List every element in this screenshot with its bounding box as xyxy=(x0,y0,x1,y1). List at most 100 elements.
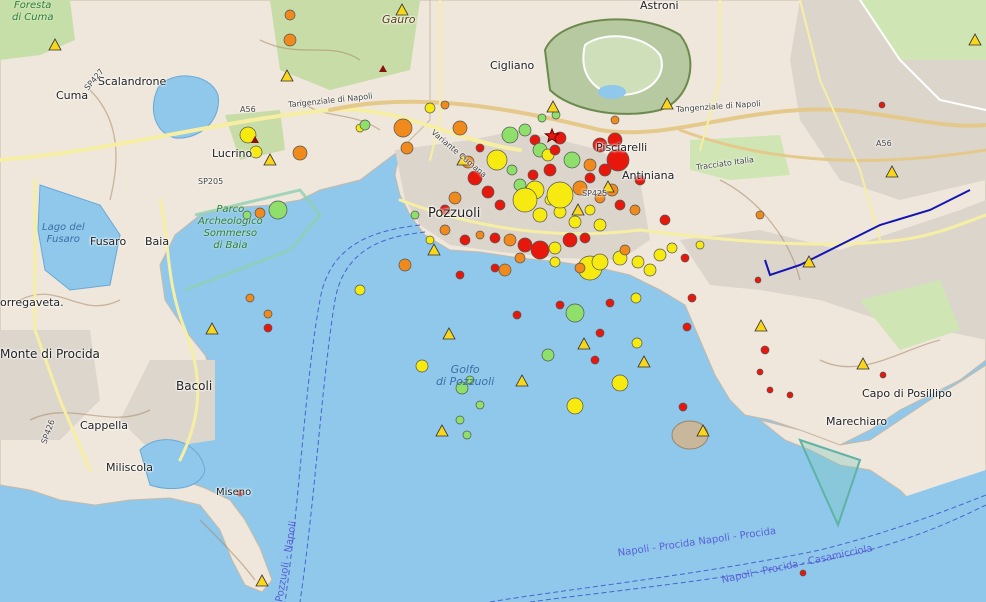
event-marker[interactable] xyxy=(475,143,485,153)
event-marker[interactable] xyxy=(631,255,645,269)
event-marker[interactable] xyxy=(514,252,526,264)
event-marker[interactable] xyxy=(518,123,532,137)
event-marker[interactable] xyxy=(475,230,485,240)
event-marker[interactable] xyxy=(754,276,762,284)
event-marker[interactable] xyxy=(512,310,522,320)
event-marker[interactable] xyxy=(530,240,550,260)
event-marker[interactable] xyxy=(590,355,600,365)
event-marker[interactable] xyxy=(566,397,584,415)
event-marker[interactable] xyxy=(541,348,555,362)
event-marker[interactable] xyxy=(574,262,586,274)
event-marker[interactable] xyxy=(678,402,688,412)
event-marker[interactable] xyxy=(292,145,308,161)
event-marker[interactable] xyxy=(565,303,585,323)
event-marker[interactable] xyxy=(682,322,692,332)
event-marker[interactable] xyxy=(268,200,288,220)
event-marker[interactable] xyxy=(455,270,465,280)
event-marker[interactable] xyxy=(543,163,557,177)
event-marker[interactable] xyxy=(448,191,462,205)
event-marker[interactable] xyxy=(481,185,495,199)
event-marker[interactable] xyxy=(629,204,641,216)
event-marker[interactable] xyxy=(489,232,501,244)
event-marker[interactable] xyxy=(283,33,297,47)
event-marker[interactable] xyxy=(462,430,472,440)
event-marker[interactable] xyxy=(512,187,538,213)
event-marker[interactable] xyxy=(527,169,539,181)
station-triangle-icon[interactable] xyxy=(660,97,674,110)
station-triangle-icon[interactable] xyxy=(577,337,591,350)
event-marker[interactable] xyxy=(506,164,518,176)
event-marker[interactable] xyxy=(563,151,581,169)
event-marker[interactable] xyxy=(548,241,562,255)
event-marker[interactable] xyxy=(614,199,626,211)
event-marker[interactable] xyxy=(659,214,671,226)
event-marker[interactable] xyxy=(245,293,255,303)
event-marker[interactable] xyxy=(398,258,412,272)
event-marker[interactable] xyxy=(593,218,607,232)
station-triangle-icon[interactable] xyxy=(435,424,449,437)
event-marker[interactable] xyxy=(517,237,533,253)
event-marker[interactable] xyxy=(400,141,414,155)
station-triangle-icon[interactable] xyxy=(263,153,277,166)
event-marker[interactable] xyxy=(879,371,887,379)
event-marker[interactable] xyxy=(766,386,774,394)
event-marker[interactable] xyxy=(546,181,574,209)
event-marker[interactable] xyxy=(532,207,548,223)
event-marker[interactable] xyxy=(452,120,468,136)
event-marker[interactable] xyxy=(687,293,697,303)
event-marker[interactable] xyxy=(653,248,667,262)
event-marker[interactable] xyxy=(263,309,273,319)
event-marker[interactable] xyxy=(619,244,631,256)
event-marker[interactable] xyxy=(605,298,615,308)
event-marker[interactable] xyxy=(799,569,807,577)
event-marker[interactable] xyxy=(494,199,506,211)
event-marker[interactable] xyxy=(630,292,642,304)
event-marker[interactable] xyxy=(393,118,413,138)
event-marker[interactable] xyxy=(440,100,450,110)
event-marker[interactable] xyxy=(475,400,485,410)
event-marker[interactable] xyxy=(537,113,547,123)
event-marker[interactable] xyxy=(666,242,678,254)
station-triangle-icon[interactable] xyxy=(546,100,560,113)
event-marker[interactable] xyxy=(354,284,366,296)
event-marker[interactable] xyxy=(562,232,578,248)
event-marker[interactable] xyxy=(583,158,597,172)
event-marker[interactable] xyxy=(568,215,582,229)
station-triangle-icon[interactable] xyxy=(571,203,585,216)
station-triangle-icon[interactable] xyxy=(885,165,899,178)
event-marker[interactable] xyxy=(595,328,605,338)
event-marker[interactable] xyxy=(631,337,643,349)
station-triangle-icon[interactable] xyxy=(427,243,441,256)
station-triangle-icon[interactable] xyxy=(754,319,768,332)
event-marker[interactable] xyxy=(598,163,612,177)
event-marker[interactable] xyxy=(490,263,500,273)
station-triangle-icon[interactable] xyxy=(205,322,219,335)
station-triangle-icon[interactable] xyxy=(802,255,816,268)
event-marker[interactable] xyxy=(755,210,765,220)
station-triangle-icon[interactable] xyxy=(442,327,456,340)
station-triangle-icon[interactable] xyxy=(515,374,529,387)
event-marker[interactable] xyxy=(459,234,471,246)
event-marker[interactable] xyxy=(455,415,465,425)
event-marker[interactable] xyxy=(555,300,565,310)
event-marker[interactable] xyxy=(680,253,690,263)
event-marker[interactable] xyxy=(410,210,420,220)
event-marker[interactable] xyxy=(760,345,770,355)
event-marker[interactable] xyxy=(611,374,629,392)
event-marker[interactable] xyxy=(756,368,764,376)
station-triangle-icon[interactable] xyxy=(280,69,294,82)
station-triangle-icon[interactable] xyxy=(48,38,62,51)
event-marker[interactable] xyxy=(425,235,435,245)
event-marker[interactable] xyxy=(359,119,371,131)
event-marker[interactable] xyxy=(415,359,429,373)
event-marker[interactable] xyxy=(284,9,296,21)
event-marker[interactable] xyxy=(695,240,705,250)
station-triangle-icon[interactable] xyxy=(637,355,651,368)
event-marker[interactable] xyxy=(878,101,886,109)
event-marker[interactable] xyxy=(263,323,273,333)
event-marker[interactable] xyxy=(549,144,561,156)
event-marker[interactable] xyxy=(591,253,609,271)
event-marker[interactable] xyxy=(643,263,657,277)
station-triangle-icon[interactable] xyxy=(968,33,982,46)
event-marker[interactable] xyxy=(549,256,561,268)
